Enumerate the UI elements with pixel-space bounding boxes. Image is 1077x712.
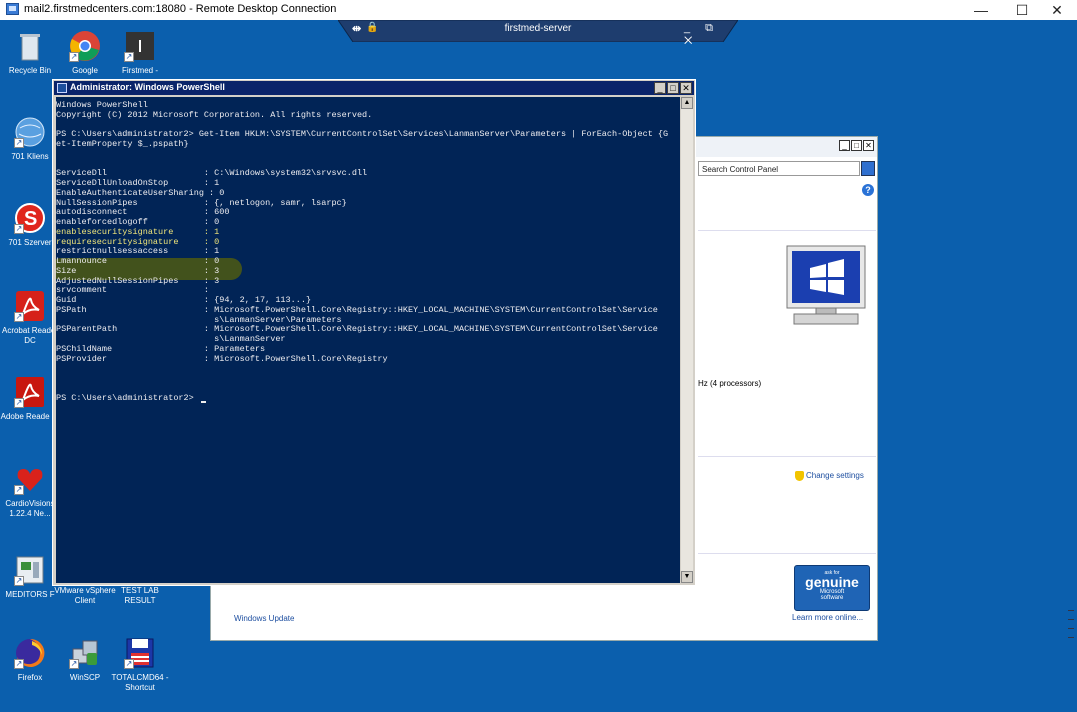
winscp-icon: ↗ [69, 637, 101, 669]
minimize-button[interactable]: _ [839, 140, 850, 151]
console-line: Size : 3 [56, 265, 220, 276]
console-line: Copyright (C) 2012 Microsoft Corporation… [56, 109, 373, 120]
powershell-icon [57, 83, 67, 93]
console-line: Guid : {94, 2, 17, 113...} [56, 295, 312, 305]
remote-desktop: ⇹ 🔒 firstmed-server _ ⧉ ✕ Recycle Bin ↗ … [0, 20, 1077, 712]
powershell-titlebar: Administrator: Windows PowerShell _ □ ✕ [54, 81, 694, 95]
console-line: PS C:\Users\administrator2> [56, 393, 206, 403]
console-line: PS C:\Users\administrator2> Get-Item HKL… [56, 129, 669, 140]
connection-bar: ⇹ 🔒 firstmed-server _ ⧉ ✕ [338, 20, 738, 47]
connection-controls[interactable]: _ ⧉ ✕ [684, 22, 738, 48]
console-line: enableforcedlogoff : 0 [56, 217, 220, 227]
console-line: PSProvider : Microsoft.PowerShell.Core\R… [56, 353, 388, 364]
close-button[interactable]: ✕ [680, 82, 692, 94]
genuine-mid: genuine [805, 574, 859, 590]
search-input[interactable]: Search Control Panel [698, 161, 860, 176]
floppy-icon: ↗ [124, 637, 156, 669]
maximize-button[interactable]: □ [851, 140, 862, 151]
console-line: NullSessionPipes : {, netlogon, samr, ls… [56, 197, 347, 208]
shortcut-arrow-icon: ↗ [14, 485, 24, 495]
console-line: srvcomment : [56, 285, 210, 296]
rdp-window-title: mail2.firstmedcenters.com:18080 - Remote… [24, 3, 337, 15]
shortcut-arrow-icon: ↗ [14, 138, 24, 148]
learn-more-link[interactable]: Learn more online... [792, 613, 863, 622]
firefox-icon: ↗ [14, 637, 46, 669]
genuine-sw: software [820, 595, 844, 601]
console-line: Windows PowerShell [56, 100, 148, 110]
console-line: requiresecuritysignature : 0 [56, 236, 220, 247]
genuine-microsoft-badge[interactable]: ask for genuine Microsoft software [794, 565, 870, 611]
shortcut-icon: ↗ [124, 30, 156, 62]
windows-monitor-logo [786, 244, 868, 349]
minimize-button[interactable]: _ [654, 82, 666, 94]
divider [698, 456, 876, 457]
search-icon[interactable] [861, 161, 875, 176]
desktop-icon-label: Firstmed - [122, 66, 158, 75]
divider [698, 230, 876, 231]
console-line: autodisconnect : 600 [56, 207, 230, 218]
console-line: EnableAuthenticateUserSharing : 0 [56, 187, 225, 198]
scroll-down-button[interactable]: ▼ [681, 571, 693, 583]
svg-text:S: S [24, 208, 37, 230]
connection-title: firstmed-server [504, 23, 572, 34]
console-line: restrictnullsessaccess : 1 [56, 246, 220, 257]
change-settings-link[interactable]: Change settings [795, 471, 864, 481]
shortcut-arrow-icon: ↗ [14, 659, 24, 669]
app-icon: ↗ [14, 554, 46, 586]
shortcut-arrow-icon: ↗ [14, 312, 24, 322]
windows-update-link[interactable]: Windows Update [234, 614, 294, 623]
console-line: s\LanmanServer\Parameters [56, 314, 342, 325]
desktop-icon-label: TEST LAB RESULT [121, 586, 159, 605]
change-settings-label: Change settings [806, 471, 864, 481]
rdp-titlebar: mail2.firstmedcenters.com:18080 - Remote… [0, 0, 1077, 21]
console-line: s\LanmanServer [56, 334, 286, 344]
desktop-icon-firstmed[interactable]: ↗ Firstmed - [108, 30, 172, 76]
close-button[interactable]: ✕ [863, 140, 874, 151]
scroll-up-button[interactable]: ▲ [681, 97, 693, 109]
console-line: Lmannounce : 0 [56, 256, 220, 266]
console-line: ServiceDllUnloadOnStop : 1 [56, 178, 220, 188]
console-line: ServiceDll : C:\Windows\system32\srvsvc.… [56, 168, 368, 179]
help-icon[interactable]: ? [862, 184, 874, 196]
console-line: enablesecuritysignature : 1 [56, 226, 220, 237]
s-app-icon: S ↗ [14, 202, 46, 234]
remote-desktop-icon [6, 3, 19, 15]
cardio-icon: ↗ [14, 463, 46, 495]
shortcut-arrow-icon: ↗ [14, 398, 24, 408]
desktop-icon-label: TOTALCMD64 - Shortcut [111, 673, 169, 692]
shortcut-arrow-icon: ↗ [69, 52, 79, 62]
divider [698, 553, 876, 554]
console-line: et-ItemProperty $_.pspath} [56, 139, 189, 149]
shortcut-arrow-icon: ↗ [14, 576, 24, 586]
minimize-button[interactable]: — [964, 0, 998, 20]
maximize-button[interactable]: □ [667, 82, 679, 94]
processor-info: Hz (4 processors) [698, 379, 762, 388]
shortcut-arrow-icon: ↗ [14, 224, 24, 234]
shortcut-arrow-icon: ↗ [124, 52, 134, 62]
console-line: PSChildName : Parameters [56, 343, 266, 354]
recycle-bin-icon [14, 30, 46, 62]
desktop-icon-totalcmd[interactable]: ↗ TOTALCMD64 - Shortcut [108, 637, 172, 693]
powershell-title: Administrator: Windows PowerShell [70, 82, 225, 92]
chrome-icon: ↗ [69, 30, 101, 62]
shield-icon [795, 471, 804, 481]
acrobat-icon: ↗ [14, 290, 46, 322]
globe-icon: ↗ [14, 116, 46, 148]
maximize-button[interactable]: ☐ [1005, 0, 1039, 20]
console-line: PSPath : Microsoft.PowerShell.Core\Regis… [56, 304, 658, 315]
shortcut-arrow-icon: ↗ [69, 659, 79, 669]
edge-marks [1068, 610, 1074, 660]
vertical-scrollbar[interactable]: ▲ ▼ [681, 97, 693, 583]
console-output[interactable]: Windows PowerShell Copyright (C) 2012 Mic… [56, 97, 680, 583]
window-controls: _ □ ✕ [838, 140, 874, 158]
shortcut-arrow-icon: ↗ [124, 659, 134, 669]
console-line: AdjustedNullSessionPipes : 3 [56, 275, 220, 286]
text-cursor [200, 400, 206, 403]
acrobat-icon: ↗ [14, 376, 46, 408]
console-line: PSParentPath : Microsoft.PowerShell.Core… [56, 324, 658, 335]
powershell-window: Administrator: Windows PowerShell _ □ ✕ Wi… [52, 79, 696, 586]
close-button[interactable]: ✕ [1040, 0, 1074, 20]
